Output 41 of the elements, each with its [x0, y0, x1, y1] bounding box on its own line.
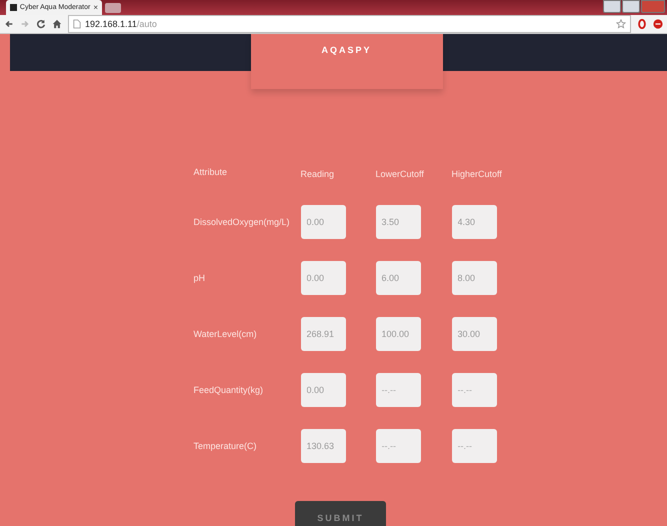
stop-sign-icon[interactable] — [653, 19, 663, 29]
lower-cutoff-field[interactable]: 100.00 — [376, 317, 420, 351]
lower-cutoff-field[interactable]: 6.00 — [376, 261, 420, 295]
column-header: LowerCutoff — [376, 169, 425, 181]
column-header: Attribute — [194, 167, 228, 179]
forward-icon[interactable] — [20, 19, 30, 29]
lower-cutoff-field[interactable]: --.-- — [376, 373, 420, 407]
reading-field[interactable]: 268.91 — [300, 317, 346, 351]
reading-field[interactable]: 0.00 — [300, 205, 346, 239]
brand-tab[interactable]: AQASPY — [250, 34, 442, 89]
higher-cutoff-field[interactable]: 4.30 — [452, 205, 496, 239]
reload-icon[interactable] — [36, 19, 46, 29]
close-tab-button[interactable]: × — [93, 3, 98, 12]
attribute-label: Temperature(C) — [194, 441, 258, 451]
minimize-button[interactable] — [603, 0, 621, 13]
reading-field[interactable]: 0.00 — [300, 373, 346, 407]
url-host: 192.168.1.11 — [85, 19, 137, 29]
page-icon — [73, 19, 81, 29]
higher-cutoff-field[interactable]: 8.00 — [452, 261, 496, 295]
back-icon[interactable] — [4, 19, 14, 29]
home-icon[interactable] — [52, 19, 62, 29]
lower-cutoff-field[interactable]: --.-- — [376, 429, 420, 463]
attribute-label: WaterLevel(cm) — [194, 329, 258, 339]
attribute-label: DissolvedOxygen(mg/L) — [194, 217, 291, 227]
column-header: HigherCutoff — [452, 169, 502, 181]
higher-cutoff-field[interactable]: 30.00 — [452, 317, 496, 351]
column-header: Reading — [300, 169, 336, 181]
lower-cutoff-field[interactable]: 3.50 — [376, 205, 420, 239]
attribute-label: pH — [194, 273, 206, 283]
submit-button[interactable]: SUBMIT — [295, 501, 386, 526]
page-icon — [10, 4, 17, 11]
address-bar[interactable]: 192.168.1.11/auto — [68, 15, 631, 33]
reading-field[interactable]: 130.63 — [300, 429, 346, 463]
reading-field[interactable]: 0.00 — [300, 261, 346, 295]
star-icon[interactable] — [616, 19, 626, 29]
url-path: /auto — [136, 19, 157, 29]
maximize-button[interactable] — [622, 0, 640, 13]
extension-icon[interactable] — [637, 19, 647, 29]
higher-cutoff-field[interactable]: --.-- — [452, 373, 496, 407]
higher-cutoff-field[interactable]: --.-- — [452, 429, 496, 463]
attribute-label: FeedQuantity(kg) — [194, 385, 264, 395]
